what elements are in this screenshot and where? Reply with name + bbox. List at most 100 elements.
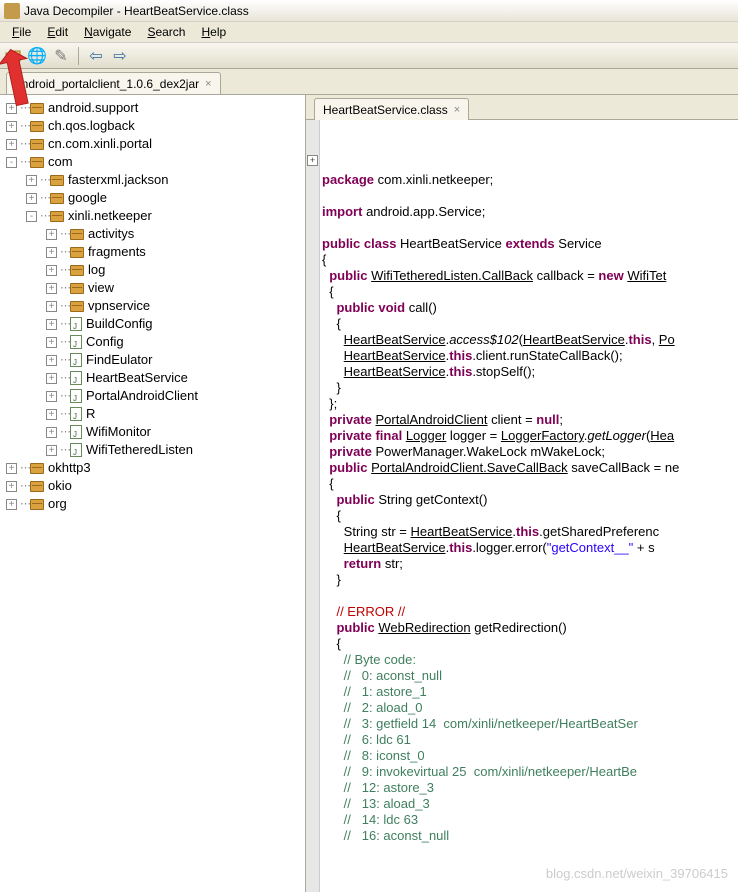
class-icon — [70, 335, 82, 349]
expand-icon[interactable]: + — [46, 373, 57, 384]
expand-icon[interactable]: + — [46, 409, 57, 420]
app-icon — [4, 3, 20, 19]
tree-class[interactable]: +⋯WifiTetheredListen — [2, 441, 305, 459]
open-icon[interactable] — [4, 47, 22, 65]
menu-edit[interactable]: Edit — [39, 23, 76, 41]
expand-icon[interactable]: + — [6, 481, 17, 492]
menu-bar: File Edit Navigate Search Help — [0, 22, 738, 43]
tree-package[interactable]: +⋯cn.com.xinli.portal — [2, 135, 305, 153]
class-icon — [70, 443, 82, 457]
tree-class[interactable]: +⋯HeartBeatService — [2, 369, 305, 387]
back-icon[interactable]: ⇦ — [87, 47, 105, 65]
tree-class[interactable]: +⋯PortalAndroidClient — [2, 387, 305, 405]
editor-tab-label: HeartBeatService.class — [323, 103, 448, 117]
expand-icon[interactable]: + — [46, 319, 57, 330]
expand-icon[interactable]: + — [46, 355, 57, 366]
menu-search[interactable]: Search — [139, 23, 193, 41]
class-icon — [70, 425, 82, 439]
tree-label: WifiMonitor — [86, 423, 151, 441]
package-icon — [30, 463, 44, 474]
forward-icon[interactable]: ⇨ — [111, 47, 129, 65]
expand-icon[interactable]: + — [46, 427, 57, 438]
menu-file[interactable]: File — [4, 23, 39, 41]
package-icon — [50, 211, 64, 222]
tree-package[interactable]: +⋯activitys — [2, 225, 305, 243]
expand-icon[interactable]: + — [6, 499, 17, 510]
package-tree: +⋯android.support+⋯ch.qos.logback+⋯cn.co… — [0, 95, 306, 892]
code-viewer[interactable]: + package com.xinli.netkeeper; import an… — [306, 120, 738, 892]
package-icon — [30, 499, 44, 510]
expand-icon[interactable]: + — [46, 391, 57, 402]
code-text: package com.xinli.netkeeper; import andr… — [322, 172, 738, 844]
expand-icon[interactable]: + — [46, 445, 57, 456]
editor-tab-bar: HeartBeatService.class × — [306, 95, 738, 120]
tree-class[interactable]: +⋯R — [2, 405, 305, 423]
expand-icon[interactable]: + — [46, 229, 57, 240]
expand-icon[interactable]: + — [46, 265, 57, 276]
nav-tab-bar: android_portalclient_1.0.6_dex2jar × — [0, 69, 738, 94]
tree-package[interactable]: +⋯vpnservice — [2, 297, 305, 315]
editor-tab[interactable]: HeartBeatService.class × — [314, 98, 469, 120]
package-icon — [50, 193, 64, 204]
tree-label: google — [68, 189, 107, 207]
tree-class[interactable]: +⋯WifiMonitor — [2, 423, 305, 441]
tree-class[interactable]: +⋯BuildConfig — [2, 315, 305, 333]
tree-package[interactable]: +⋯fasterxml.jackson — [2, 171, 305, 189]
tree-package[interactable]: +⋯view — [2, 279, 305, 297]
tree-label: okhttp3 — [48, 459, 91, 477]
menu-navigate[interactable]: Navigate — [76, 23, 139, 41]
expand-icon[interactable]: + — [6, 139, 17, 150]
close-icon[interactable]: × — [454, 104, 460, 116]
package-icon — [30, 157, 44, 168]
class-icon — [70, 389, 82, 403]
package-icon — [30, 103, 44, 114]
tree-label: PortalAndroidClient — [86, 387, 198, 405]
tree-label: okio — [48, 477, 72, 495]
expand-icon[interactable]: + — [46, 301, 57, 312]
nav-tab-label: android_portalclient_1.0.6_dex2jar — [15, 77, 199, 91]
tree-class[interactable]: +⋯Config — [2, 333, 305, 351]
expand-icon[interactable]: + — [26, 175, 37, 186]
expand-icon[interactable]: + — [6, 463, 17, 474]
package-icon — [70, 265, 84, 276]
tree-package[interactable]: +⋯okio — [2, 477, 305, 495]
tree-label: activitys — [88, 225, 134, 243]
tree-package[interactable]: +⋯android.support — [2, 99, 305, 117]
tree-package[interactable]: +⋯google — [2, 189, 305, 207]
expand-icon[interactable]: + — [26, 193, 37, 204]
tree-label: ch.qos.logback — [48, 117, 135, 135]
tree-label: WifiTetheredListen — [86, 441, 193, 459]
expand-icon[interactable]: + — [46, 247, 57, 258]
expand-icon[interactable]: - — [6, 157, 17, 168]
package-icon — [70, 301, 84, 312]
class-icon — [70, 407, 82, 421]
package-icon — [70, 229, 84, 240]
package-icon — [30, 121, 44, 132]
nav-tab[interactable]: android_portalclient_1.0.6_dex2jar × — [6, 72, 221, 94]
globe-icon[interactable]: 🌐 — [28, 47, 46, 65]
tree-label: com — [48, 153, 73, 171]
close-icon[interactable]: × — [205, 78, 211, 90]
tree-label: cn.com.xinli.portal — [48, 135, 152, 153]
window-title: Java Decompiler - HeartBeatService.class — [24, 4, 249, 18]
workspace: android_portalclient_1.0.6_dex2jar × +⋯a… — [0, 69, 738, 892]
tree-package[interactable]: +⋯okhttp3 — [2, 459, 305, 477]
expand-icon[interactable]: + — [6, 103, 17, 114]
expand-icon[interactable]: + — [46, 337, 57, 348]
tree-package[interactable]: +⋯fragments — [2, 243, 305, 261]
tree-label: HeartBeatService — [86, 369, 188, 387]
expand-icon[interactable]: + — [6, 121, 17, 132]
tree-package[interactable]: +⋯log — [2, 261, 305, 279]
expand-icon[interactable]: - — [26, 211, 37, 222]
tree-package[interactable]: -⋯com — [2, 153, 305, 171]
tree-class[interactable]: +⋯FindEulator — [2, 351, 305, 369]
tree-label: FindEulator — [86, 351, 152, 369]
menu-help[interactable]: Help — [193, 23, 234, 41]
fold-icon[interactable]: + — [307, 155, 318, 166]
tree-package[interactable]: +⋯org — [2, 495, 305, 513]
tree-package[interactable]: -⋯xinli.netkeeper — [2, 207, 305, 225]
expand-icon[interactable]: + — [46, 283, 57, 294]
tree-package[interactable]: +⋯ch.qos.logback — [2, 117, 305, 135]
separator — [78, 47, 79, 65]
wand-icon[interactable]: ✎ — [52, 47, 70, 65]
